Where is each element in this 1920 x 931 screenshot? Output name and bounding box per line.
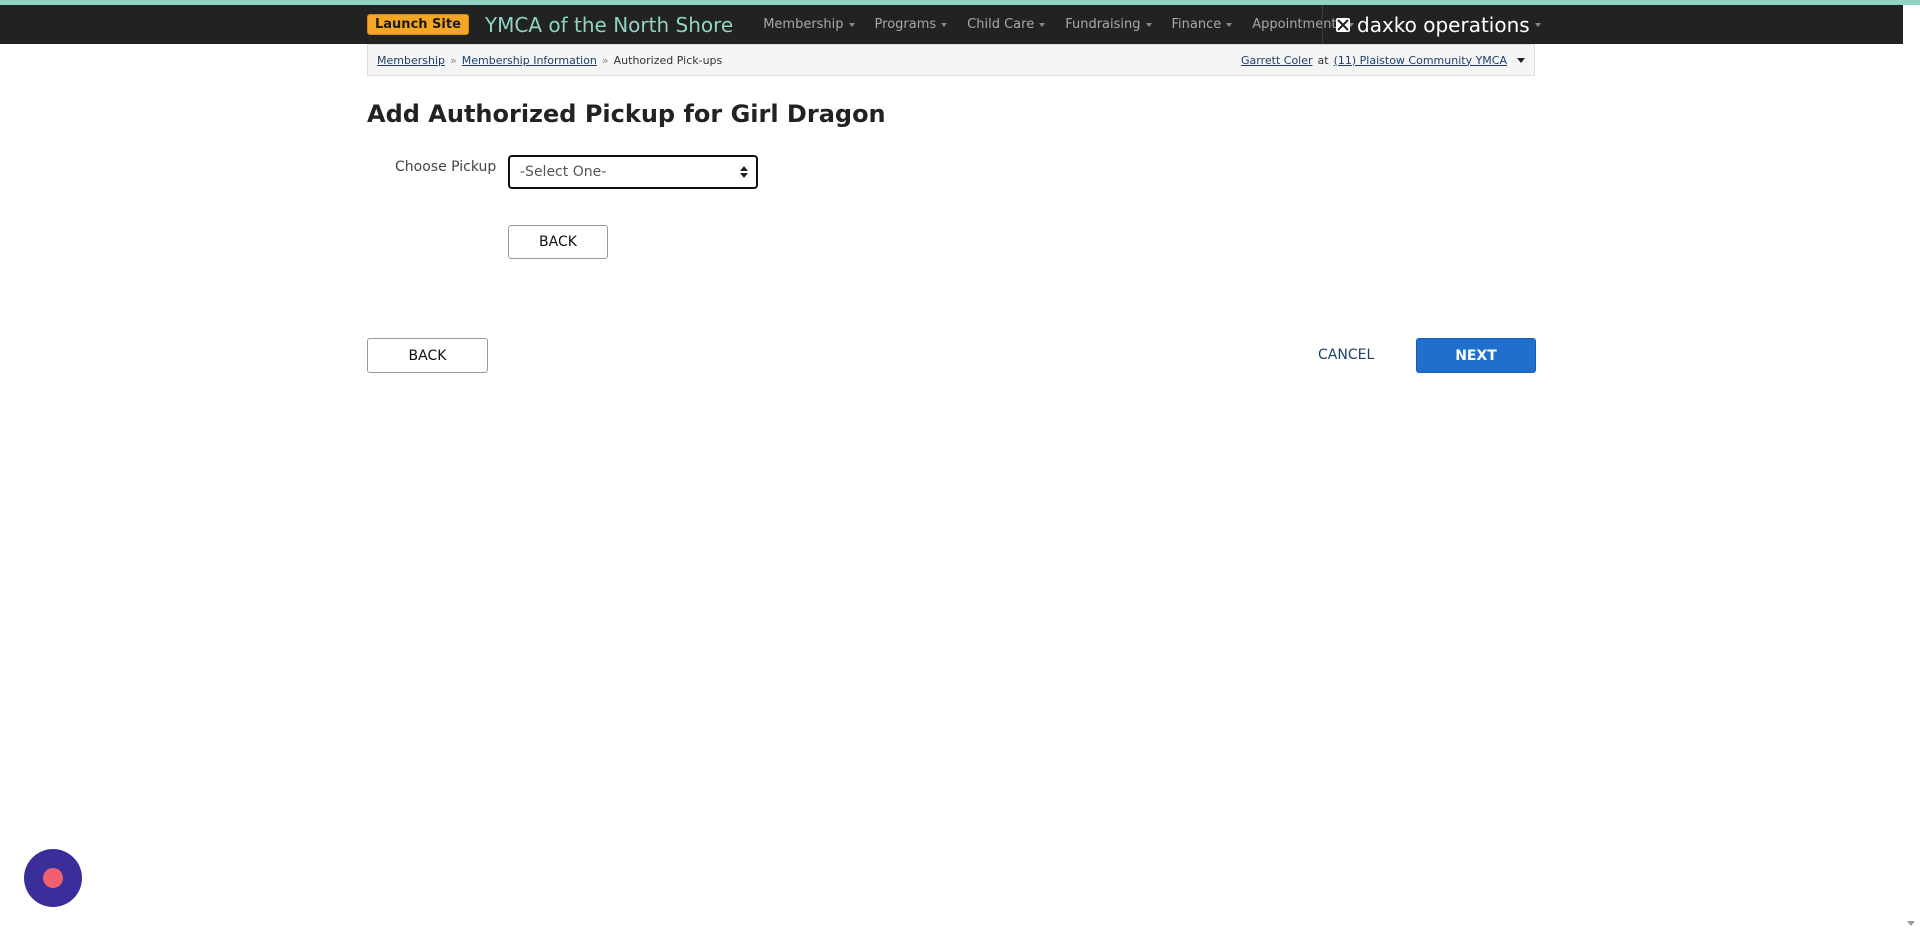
menu-membership-label: Membership	[763, 17, 844, 32]
menu-finance[interactable]: Finance	[1172, 17, 1233, 32]
cancel-button[interactable]: CANCEL	[1318, 347, 1374, 363]
chat-widget-button[interactable]	[24, 849, 82, 907]
chat-icon	[43, 868, 63, 888]
menu-membership[interactable]: Membership	[763, 17, 855, 32]
menu-child-care[interactable]: Child Care	[967, 17, 1046, 32]
brand-title[interactable]: YMCA of the North Shore	[485, 13, 733, 37]
page-title: Add Authorized Pickup for Girl Dragon	[367, 100, 886, 128]
user-name-link[interactable]: Garrett Coler	[1241, 54, 1313, 67]
breadcrumb-membership[interactable]: Membership	[377, 54, 445, 67]
menu-finance-label: Finance	[1171, 17, 1222, 32]
menu-fundraising-label: Fundraising	[1065, 17, 1141, 32]
menu-child-care-label: Child Care	[967, 17, 1035, 32]
breadcrumb-separator: »	[450, 53, 457, 67]
select-arrows-icon	[740, 166, 748, 178]
user-info: Garrett Coler at (11) Plaistow Community…	[1241, 54, 1525, 67]
launch-site-button[interactable]: Launch Site	[367, 14, 469, 35]
location-dropdown-icon[interactable]	[1517, 57, 1525, 63]
chevron-down-icon	[1039, 22, 1046, 27]
daxko-logo-text: daxko operations	[1357, 12, 1530, 37]
breadcrumb-current: Authorized Pick-ups	[613, 53, 723, 67]
chevron-down-icon	[941, 22, 948, 27]
inner-back-button[interactable]: BACK	[508, 225, 608, 259]
chevron-down-icon	[1145, 22, 1152, 27]
menu-programs-label: Programs	[874, 17, 937, 32]
choose-pickup-select[interactable]: -Select One-	[508, 155, 758, 189]
daxko-mark-icon	[1335, 17, 1351, 33]
chevron-down-icon	[1534, 22, 1541, 27]
chevron-down-icon	[1226, 22, 1233, 27]
choose-pickup-label: Choose Pickup	[395, 159, 497, 175]
vertical-scrollbar[interactable]	[1903, 5, 1920, 931]
top-navbar: Launch Site YMCA of the North Shore Memb…	[0, 5, 1920, 44]
daxko-logo: daxko operations	[1335, 13, 1541, 37]
breadcrumb-separator: »	[601, 53, 609, 67]
back-button[interactable]: BACK	[367, 338, 488, 373]
scroll-down-arrow-icon[interactable]	[1907, 921, 1915, 926]
breadcrumb-membership-information[interactable]: Membership Information	[462, 54, 597, 67]
main-menu: Membership Programs Child Care Fundraisi…	[763, 5, 1374, 44]
user-at-text: at	[1317, 53, 1329, 67]
breadcrumb-bar: Membership » Membership Information » Au…	[367, 44, 1535, 76]
location-link[interactable]: (11) Plaistow Community YMCA	[1334, 54, 1507, 67]
choose-pickup-value: -Select One-	[520, 164, 607, 180]
breadcrumb: Membership » Membership Information » Au…	[377, 54, 722, 67]
menu-programs[interactable]: Programs	[875, 17, 948, 32]
daxko-product-menu[interactable]: daxko operations	[1322, 5, 1541, 44]
chevron-down-icon	[848, 22, 855, 27]
menu-fundraising[interactable]: Fundraising	[1065, 17, 1152, 32]
next-button[interactable]: NEXT	[1416, 338, 1536, 373]
